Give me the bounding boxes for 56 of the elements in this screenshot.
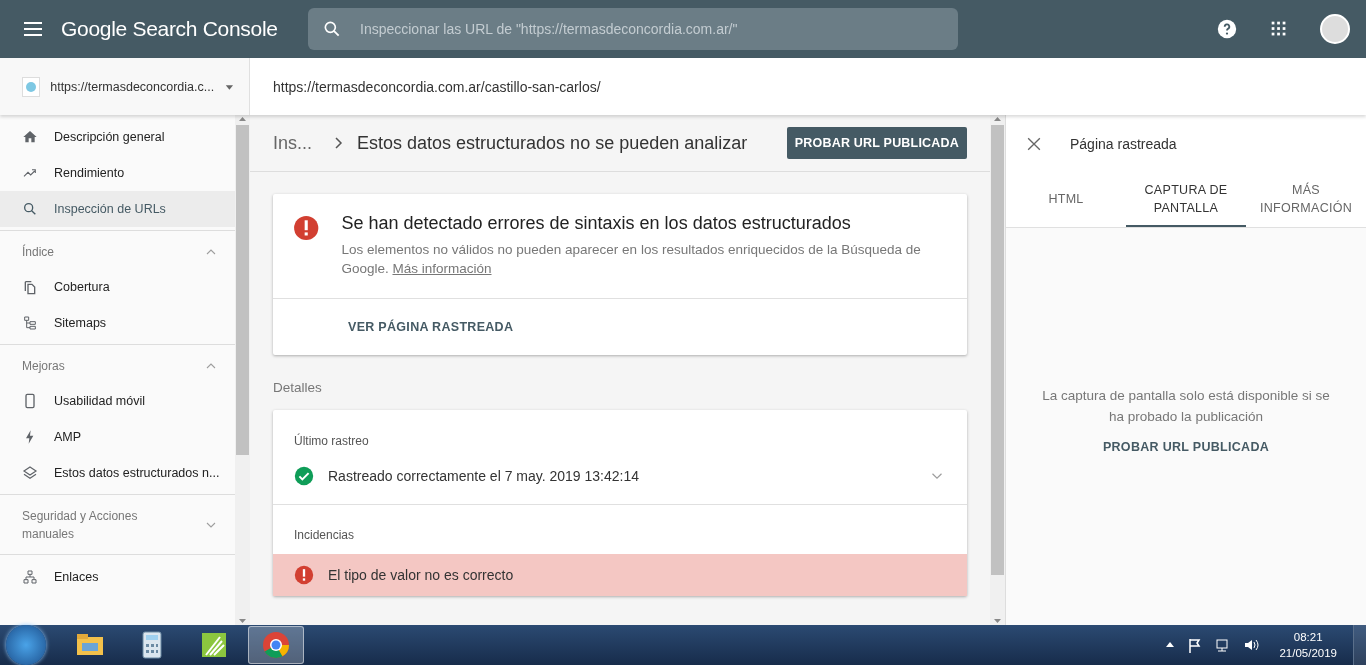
avatar[interactable] — [1320, 14, 1350, 44]
tab[interactable]: CAPTURA DE PANTALLA — [1126, 172, 1246, 227]
check-circle-icon — [294, 466, 314, 486]
phone-icon — [22, 393, 38, 409]
nav-item[interactable]: Estos datos estructurados n... — [0, 455, 235, 491]
clock-date: 21/05/2019 — [1279, 646, 1337, 661]
tab[interactable]: HTML — [1006, 172, 1126, 227]
page-title: Estos datos estructurados no se pueden analizar — [357, 132, 748, 154]
nav-item[interactable]: AMP — [0, 419, 235, 455]
nav-item[interactable]: Inspección de URLs — [0, 191, 235, 227]
breadcrumb-link[interactable]: Ins... — [273, 132, 312, 154]
issue-row[interactable]: El tipo de valor no es correcto — [273, 554, 967, 596]
search-icon — [322, 19, 342, 39]
alert-text: Los elementos no válidos no pueden aparecer en los resultados enriquecidos de la Búsqueda de Google. Más información — [341, 241, 922, 278]
field-label: Incidencias — [293, 527, 356, 544]
section-heading: Índice — [22, 243, 56, 261]
field-label: Último rastreo — [293, 432, 370, 448]
layers-icon — [22, 465, 38, 481]
more-info-link[interactable]: Más información — [392, 261, 492, 276]
view-crawled-page-button[interactable]: VER PÁGINA RASTREADA — [273, 299, 589, 355]
panel-title: Página rastreada — [1070, 135, 1177, 152]
sitemap-icon — [22, 315, 38, 331]
tab[interactable]: MÁS INFORMACIÓN — [1246, 172, 1366, 227]
product-title: Google Search Console — [61, 17, 279, 41]
nav-item[interactable]: Enlaces — [0, 559, 235, 595]
start-button[interactable] — [6, 625, 46, 665]
network-icon — [22, 569, 38, 585]
test-live-url-button[interactable]: PROBAR URL PUBLICADA — [1096, 439, 1276, 455]
search-field[interactable]: Inspeccionar las URL de "https://termasdeconcordia.com.ar/" — [308, 8, 958, 50]
site-logo-icon — [24, 79, 39, 94]
empty-message: La captura de pantalla solo está disponible si se ha probado la publicación — [1041, 387, 1331, 426]
section-heading: Seguridad y Acciones manuales — [22, 508, 139, 543]
chevron-right-icon — [334, 137, 343, 149]
home-icon — [22, 129, 38, 145]
pages-icon — [22, 279, 38, 295]
clock-time: 08:21 — [1293, 630, 1323, 645]
alert-title: Se han detectado errores de sintaxis en los datos estructurados — [341, 213, 852, 234]
speaker-icon[interactable] — [1243, 637, 1260, 653]
nav-item[interactable]: Descripción general — [0, 119, 235, 155]
crawl-status: Rastreado correctamente el 7 may. 2019 13:42:14 — [328, 468, 640, 484]
search-icon — [22, 201, 38, 217]
property-selector[interactable]: https://termasdeconcordia.c... — [0, 58, 250, 115]
test-live-url-button[interactable]: PROBAR URL PUBLICADA — [786, 127, 967, 159]
nav-item[interactable]: Cobertura — [0, 269, 235, 305]
error-icon — [294, 565, 314, 585]
inspected-url: https://termasdeconcordia.com.ar/castillo-san-carlos/ — [273, 78, 601, 95]
nav-item[interactable]: Usabilidad móvil — [0, 383, 235, 419]
section-heading: Detalles — [272, 379, 323, 397]
browser-icon — [260, 629, 292, 661]
nav-item[interactable]: Rendimiento — [0, 155, 235, 191]
scrollbar-thumb[interactable] — [236, 125, 249, 455]
scrollbar-thumb[interactable] — [991, 125, 1004, 575]
nav-item[interactable]: Sitemaps — [0, 305, 235, 341]
section-heading: Mejoras — [22, 358, 66, 375]
help-icon[interactable] — [1216, 18, 1238, 40]
caret-up-icon[interactable] — [1165, 640, 1176, 650]
